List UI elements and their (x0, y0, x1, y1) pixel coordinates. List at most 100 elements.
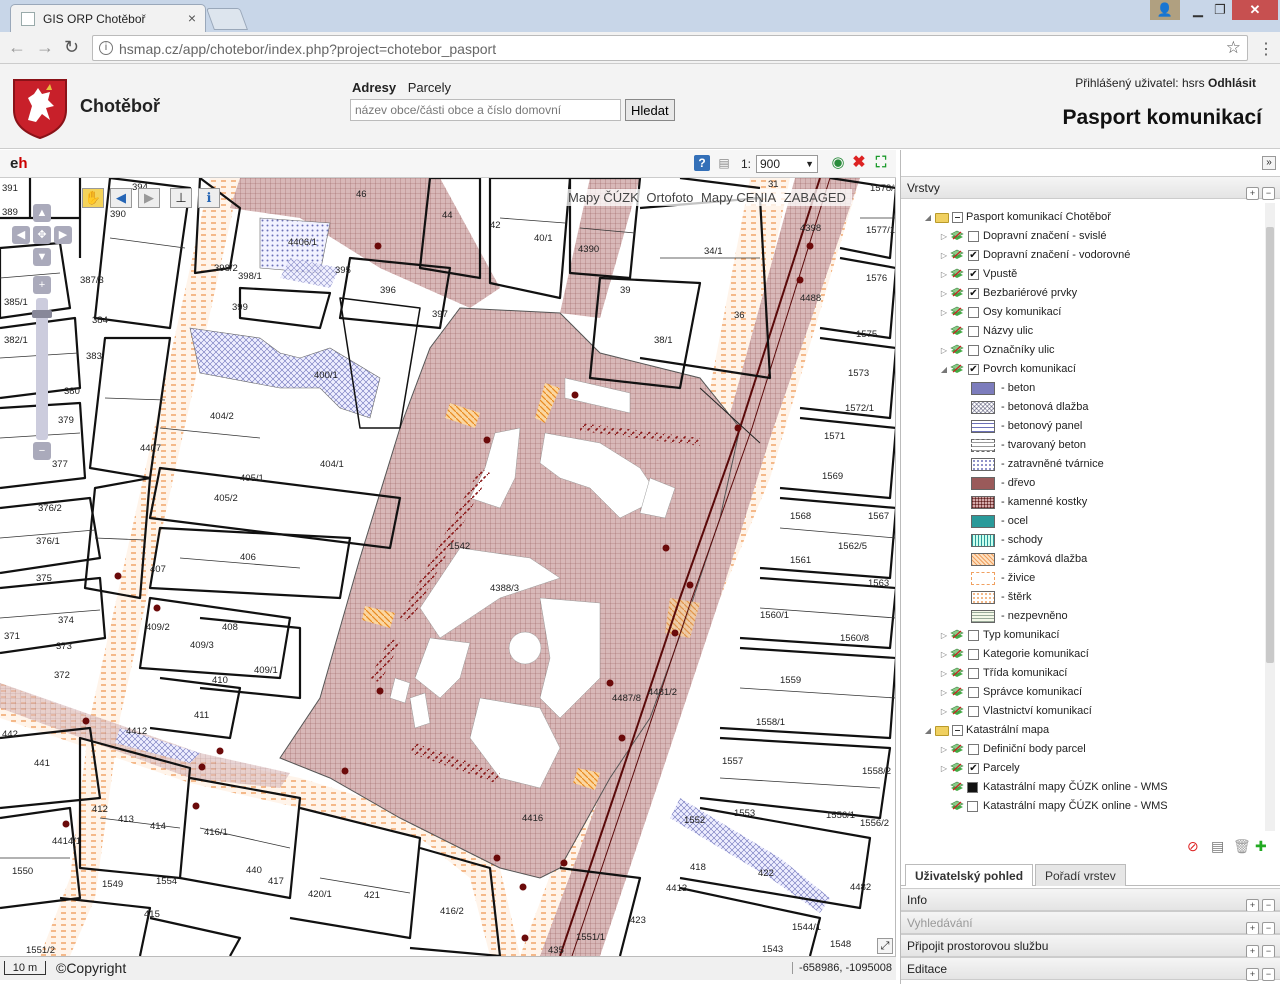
window-close-button[interactable]: ✕ (1232, 0, 1278, 20)
remove-layer-icon[interactable]: ⊘ (1187, 838, 1199, 855)
layer-checkbox[interactable] (968, 649, 979, 660)
collapse-icon[interactable]: − (1262, 187, 1275, 200)
logout-link[interactable]: Odhlásit (1208, 76, 1256, 90)
layer-label[interactable]: Katastrální mapa (966, 721, 1049, 740)
layer-tree-item[interactable]: ▷ Definiční body parcel (901, 740, 1261, 759)
layer-label[interactable]: Dopravní značení - svislé (983, 227, 1107, 246)
browser-tab[interactable]: GIS ORP Chotěboř × (10, 4, 206, 32)
expand-arrow-icon[interactable]: ▷ (939, 227, 949, 246)
layer-label[interactable]: Katastrální mapy ČÚZK online - WMS (983, 778, 1168, 797)
expand-icon[interactable]: + (1246, 968, 1259, 981)
expand-arrow-icon[interactable]: ▷ (939, 702, 949, 721)
layer-tree-item[interactable]: ▷ ✔ Vpustě (901, 265, 1261, 284)
forward-arrow-icon[interactable]: → (36, 37, 54, 57)
overview-toggle-icon[interactable]: ⤢ (877, 938, 893, 954)
layer-checkbox[interactable]: ✔ (968, 364, 979, 375)
new-tab-button[interactable] (205, 8, 249, 30)
site-info-icon[interactable]: i (99, 41, 113, 55)
layer-label[interactable]: Povrch komunikací (983, 360, 1076, 379)
help-icon[interactable]: ? (694, 155, 710, 171)
tab-user-view[interactable]: Uživatelský pohled (905, 864, 1034, 886)
back-arrow-icon[interactable]: ← (8, 37, 26, 57)
layer-tree-item[interactable]: Katastrální mapy ČÚZK online - WMS (901, 797, 1261, 816)
collapse-arrow-icon[interactable]: ◢ (939, 360, 949, 379)
layer-checkbox[interactable] (952, 725, 963, 736)
search-tab-adresy[interactable]: Adresy (352, 80, 396, 95)
layer-checkbox[interactable] (968, 326, 979, 337)
layer-checkbox[interactable] (968, 706, 979, 717)
pan-left-icon[interactable]: ◀ (12, 226, 30, 244)
layer-checkbox[interactable] (968, 687, 979, 698)
layer-label[interactable]: Správce komunikací (983, 683, 1082, 702)
layer-label[interactable]: Bezbariérové prvky (983, 284, 1077, 303)
pan-right-icon[interactable]: ▶ (54, 226, 72, 244)
expand-arrow-icon[interactable]: ▷ (939, 683, 949, 702)
layers-header[interactable]: Vrstvy + − (901, 176, 1280, 200)
browser-menu-icon[interactable]: ⋮ (1258, 39, 1274, 59)
basemap-ortofoto[interactable]: Ortofoto (646, 190, 693, 205)
layer-label[interactable]: Třída komunikací (983, 664, 1067, 683)
measure-tool-icon[interactable]: ⊥ (170, 188, 192, 208)
layer-checkbox[interactable] (968, 231, 979, 242)
zoom-slider[interactable] (36, 298, 48, 440)
pan-tool-icon[interactable]: ✋ (82, 188, 104, 208)
scroll-thumb[interactable] (1266, 227, 1274, 663)
delete-icon[interactable]: 🗑 (1233, 838, 1251, 855)
layer-tree-item[interactable]: Katastrální mapy ČÚZK online - WMS (901, 778, 1261, 797)
expand-arrow-icon[interactable]: ▷ (939, 246, 949, 265)
layer-checkbox[interactable]: ✔ (968, 269, 979, 280)
layer-tree-item[interactable]: ▷ Označníky ulic (901, 341, 1261, 360)
layer-label[interactable]: Parcely (983, 759, 1020, 778)
clear-icon[interactable]: ✖ (851, 155, 867, 171)
fullscreen-icon[interactable]: ⛶ (873, 155, 889, 171)
expand-arrow-icon[interactable]: ▷ (939, 740, 949, 759)
properties-icon[interactable]: ▤ (1211, 838, 1224, 855)
collapse-icon[interactable]: − (1262, 968, 1275, 981)
expand-arrow-icon[interactable]: ▷ (939, 664, 949, 683)
layer-label[interactable]: Vpustě (983, 265, 1017, 284)
basemap-cuzk[interactable]: Mapy ČÚZK (568, 190, 639, 205)
section-search[interactable]: Vyhledávání + − (901, 911, 1280, 935)
pan-center-icon[interactable]: ✥ (33, 226, 51, 244)
bookmark-star-icon[interactable]: ☆ (1226, 38, 1241, 58)
layer-label[interactable]: Definiční body parcel (983, 740, 1086, 759)
scale-select[interactable]: 900 ▼ (756, 155, 818, 173)
reload-icon[interactable]: ↻ (64, 37, 79, 57)
layer-tree-item[interactable]: ▷ Dopravní značení - svislé (901, 227, 1261, 246)
layer-tree-item[interactable]: ▷ Vlastnictví komunikací (901, 702, 1261, 721)
basemap-cenia[interactable]: Mapy CENIA (701, 190, 776, 205)
layer-checkbox[interactable] (968, 744, 979, 755)
section-edit[interactable]: Editace + − (901, 957, 1280, 981)
zoom-in-icon[interactable]: + (33, 276, 51, 294)
layer-checkbox[interactable] (968, 345, 979, 356)
pan-down-icon[interactable]: ▼ (33, 248, 51, 266)
layer-tree-item[interactable]: ▷ ✔ Bezbariérové prvky (901, 284, 1261, 303)
layer-label[interactable]: Pasport komunikací Chotěboř (966, 208, 1111, 227)
search-button[interactable]: Hledat (625, 99, 675, 121)
expand-arrow-icon[interactable]: ▷ (939, 303, 949, 322)
layer-label[interactable]: Osy komunikací (983, 303, 1061, 322)
maximize-button[interactable]: ❐ (1205, 0, 1235, 20)
layer-label[interactable]: Typ komunikací (983, 626, 1059, 645)
expand-arrow-icon[interactable]: ▷ (939, 265, 949, 284)
layer-checkbox[interactable] (968, 668, 979, 679)
layer-tree-item[interactable]: Názvy ulic (901, 322, 1261, 341)
zoom-out-icon[interactable]: − (33, 442, 51, 460)
expand-arrow-icon[interactable]: ◢ (923, 721, 933, 740)
layer-checkbox[interactable] (968, 630, 979, 641)
search-tab-parcely[interactable]: Parcely (408, 80, 451, 95)
identify-tool-icon[interactable]: ℹ (198, 188, 220, 208)
map-canvas[interactable]: 39139446311578/13893904406/1444240/14390… (0, 178, 896, 956)
basemap-zabaged[interactable]: ZABAGED (784, 190, 846, 205)
layer-tree-item[interactable]: ▷ ✔ Dopravní značení - vodorovné (901, 246, 1261, 265)
cadastral-map[interactable]: 39139446311578/13893904406/1444240/14390… (0, 178, 896, 956)
layer-tree-scrollbar[interactable] (1265, 203, 1275, 831)
expand-arrow-icon[interactable]: ▷ (939, 626, 949, 645)
expand-arrow-icon[interactable]: ▷ (939, 759, 949, 778)
expand-arrow-icon[interactable]: ▷ (939, 341, 949, 360)
layer-tree-item[interactable]: ▷ Typ komunikací (901, 626, 1261, 645)
layer-tree-item[interactable]: ▷ Správce komunikací (901, 683, 1261, 702)
previous-extent-icon[interactable]: ◀ (110, 188, 132, 208)
section-info[interactable]: Info + − (901, 888, 1280, 912)
layer-label[interactable]: Dopravní značení - vodorovné (983, 246, 1130, 265)
